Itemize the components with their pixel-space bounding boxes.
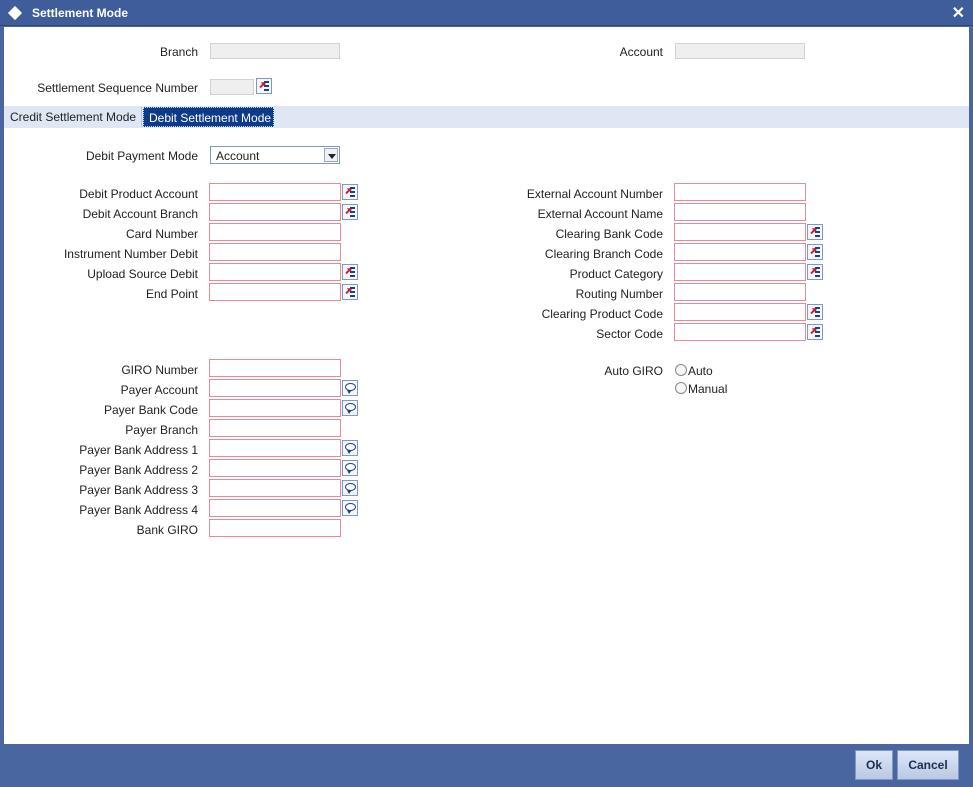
- end-point-label: End Point: [145, 287, 198, 301]
- ok-button[interactable]: Ok: [855, 750, 893, 780]
- debit-account-branch-lov-icon[interactable]: [342, 204, 358, 220]
- payer-account-input[interactable]: [209, 379, 341, 397]
- clearing-bank-code-input[interactable]: [674, 223, 806, 241]
- routing-number-input[interactable]: [674, 283, 806, 301]
- sector-code-lov-icon[interactable]: [807, 324, 823, 340]
- manual-radio-label: Manual: [688, 382, 728, 396]
- external-account-number-input[interactable]: [674, 183, 806, 201]
- end-point-input[interactable]: [209, 283, 341, 301]
- payer-bank-address-1-input[interactable]: [209, 439, 341, 457]
- payer-bank-address-4-input[interactable]: [209, 499, 341, 517]
- debit-product-account-lov-icon[interactable]: [342, 184, 358, 200]
- upload-source-debit-input[interactable]: [209, 263, 341, 281]
- tab-debit-settlement-mode[interactable]: Debit Settlement Mode: [143, 107, 274, 127]
- debit-payment-mode-select[interactable]: Account: [210, 146, 340, 164]
- clearing-product-code-lov-icon[interactable]: [807, 304, 823, 320]
- clearing-branch-code-label: Clearing Branch Code: [544, 247, 663, 261]
- payer-bank-address-3-input[interactable]: [209, 479, 341, 497]
- dropdown-button[interactable]: [324, 148, 338, 162]
- dialog-footer: Ok Cancel: [4, 744, 969, 784]
- tab-strip: Credit Settlement Mode Debit Settlement …: [4, 106, 969, 128]
- title-bar: Settlement Mode ✕: [0, 0, 973, 26]
- debit-product-account-input[interactable]: [209, 183, 341, 201]
- settlement-sequence-label: Settlement Sequence Number: [37, 81, 198, 95]
- instrument-number-debit-label: Instrument Number Debit: [63, 247, 198, 261]
- external-account-number-label: External Account Number: [526, 187, 663, 201]
- clearing-bank-code-label: Clearing Bank Code: [555, 227, 663, 241]
- upload-source-debit-label: Upload Source Debit: [87, 267, 198, 281]
- payer-account-label: Payer Account: [120, 383, 198, 397]
- auto-radio-label: Auto: [688, 364, 713, 378]
- clearing-product-code-input[interactable]: [674, 303, 806, 321]
- payer-bank-address-3-comment-icon[interactable]: [342, 480, 358, 496]
- sector-code-input[interactable]: [674, 323, 806, 341]
- clearing-branch-code-lov-icon[interactable]: [807, 244, 823, 260]
- auto-giro-label: Auto GIRO: [604, 364, 663, 378]
- external-account-name-input[interactable]: [674, 203, 806, 221]
- chevron-down-icon: [328, 154, 336, 159]
- account-field[interactable]: [675, 43, 805, 59]
- routing-number-label: Routing Number: [575, 287, 663, 301]
- payer-account-comment-icon[interactable]: [342, 380, 358, 396]
- end-point-lov-icon[interactable]: [342, 284, 358, 300]
- payer-branch-label: Payer Branch: [125, 423, 198, 437]
- product-category-lov-icon[interactable]: [807, 264, 823, 280]
- debit-product-account-label: Debit Product Account: [79, 187, 198, 201]
- branch-field[interactable]: [210, 43, 340, 59]
- debit-account-branch-input[interactable]: [209, 203, 341, 221]
- account-label: Account: [619, 45, 663, 59]
- cancel-button[interactable]: Cancel: [897, 750, 959, 780]
- bank-giro-input[interactable]: [209, 519, 341, 537]
- tab-credit-settlement-mode[interactable]: Credit Settlement Mode: [5, 107, 142, 127]
- external-account-name-label: External Account Name: [537, 207, 663, 221]
- settlement-sequence-lov-icon[interactable]: [256, 78, 272, 94]
- sector-code-label: Sector Code: [596, 327, 663, 341]
- payer-bank-address-4-label: Payer Bank Address 4: [79, 503, 198, 517]
- clearing-product-code-label: Clearing Product Code: [541, 307, 663, 321]
- payer-bank-address-2-comment-icon[interactable]: [342, 460, 358, 476]
- payer-bank-code-input[interactable]: [209, 399, 341, 417]
- dialog-content: Branch Account Settlement Sequence Numbe…: [4, 27, 969, 744]
- debit-account-branch-label: Debit Account Branch: [82, 207, 198, 221]
- instrument-number-debit-input[interactable]: [209, 243, 341, 261]
- payer-branch-input[interactable]: [209, 419, 341, 437]
- product-category-label: Product Category: [569, 267, 663, 281]
- payer-bank-address-2-input[interactable]: [209, 459, 341, 477]
- giro-number-label: GIRO Number: [121, 363, 198, 377]
- window-icon: [7, 5, 23, 21]
- payer-bank-address-4-comment-icon[interactable]: [342, 500, 358, 516]
- clearing-branch-code-input[interactable]: [674, 243, 806, 261]
- payer-bank-address-3-label: Payer Bank Address 3: [79, 483, 198, 497]
- upload-source-debit-lov-icon[interactable]: [342, 264, 358, 280]
- payer-bank-address-1-label: Payer Bank Address 1: [79, 443, 198, 457]
- bank-giro-label: Bank GIRO: [136, 523, 198, 537]
- branch-label: Branch: [159, 45, 198, 59]
- card-number-label: Card Number: [125, 227, 198, 241]
- payer-bank-address-2-label: Payer Bank Address 2: [79, 463, 198, 477]
- settlement-sequence-field[interactable]: [210, 79, 254, 95]
- clearing-bank-code-lov-icon[interactable]: [807, 224, 823, 240]
- close-icon[interactable]: ✕: [952, 3, 965, 23]
- window-title: Settlement Mode: [32, 6, 129, 20]
- auto-radio[interactable]: [675, 364, 687, 376]
- product-category-input[interactable]: [674, 263, 806, 281]
- payer-bank-address-1-comment-icon[interactable]: [342, 440, 358, 456]
- payer-bank-code-label: Payer Bank Code: [103, 403, 198, 417]
- card-number-input[interactable]: [209, 223, 341, 241]
- debit-payment-mode-value: Account: [216, 149, 260, 163]
- payer-bank-code-comment-icon[interactable]: [342, 400, 358, 416]
- debit-payment-mode-label: Debit Payment Mode: [85, 149, 198, 163]
- manual-radio[interactable]: [675, 382, 687, 394]
- giro-number-input[interactable]: [209, 359, 341, 377]
